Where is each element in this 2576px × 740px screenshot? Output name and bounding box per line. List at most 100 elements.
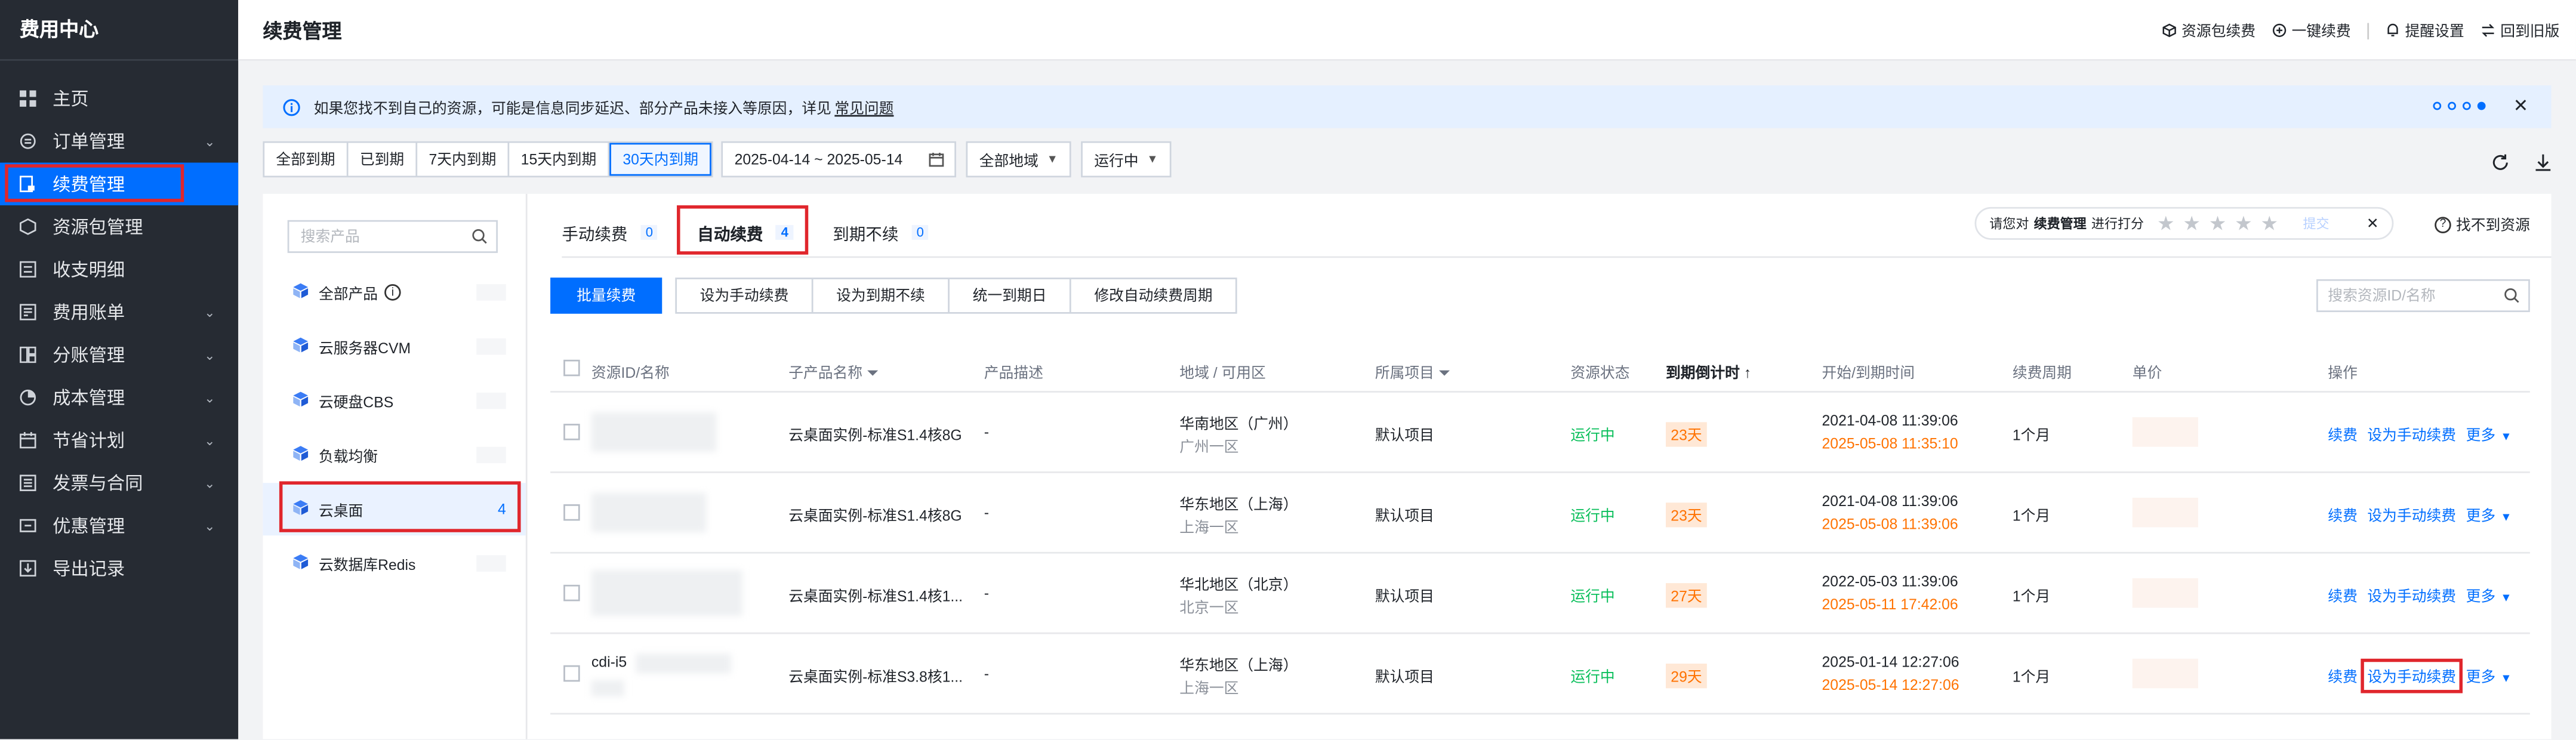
faq-link[interactable]: 常见问题	[834, 96, 893, 118]
col-time: 开始/到期时间	[1822, 365, 1915, 381]
zone: 北京一区	[1179, 599, 1239, 616]
resource-id[interactable]: cdi-i5	[591, 653, 627, 670]
period-option[interactable]: 15天内到期	[509, 143, 610, 176]
more-menu[interactable]: 更多 ▼	[2466, 585, 2512, 606]
category-item[interactable]: 云硬盘CBS	[263, 375, 525, 427]
product-desc: -	[984, 584, 990, 602]
close-icon[interactable]: ✕	[2513, 95, 2528, 116]
period-option[interactable]: 7天内到期	[417, 143, 510, 176]
set-manual-renew-link[interactable]: 设为手动续费	[2367, 504, 2456, 526]
sidebar-item-0[interactable]: 主页	[0, 77, 238, 120]
renew-link[interactable]: 续费	[2328, 585, 2358, 606]
more-label: 更多	[2466, 427, 2496, 444]
info-icon[interactable]: i	[384, 284, 401, 301]
region-select[interactable]: 全部地域 ▼	[966, 141, 1071, 178]
product-cube-icon	[292, 337, 309, 356]
row-checkbox[interactable]	[563, 665, 580, 682]
sidebar-item-9[interactable]: 发票与合同 ⌄	[0, 461, 238, 504]
tab-2[interactable]: 到期不续 0	[833, 210, 929, 253]
sidebar-item-label: 费用账单	[53, 304, 125, 324]
region: 华东地区（上海）	[1179, 496, 1298, 513]
bulk-action-button[interactable]: 修改自动续费周期	[1071, 279, 1235, 312]
sidebar-item-2[interactable]: 续费管理	[0, 162, 239, 206]
caret-down-icon: ▼	[1046, 153, 1058, 165]
date-range-picker[interactable]: 2025-04-14 ~ 2025-05-14	[721, 141, 957, 178]
more-menu[interactable]: 更多 ▼	[2466, 665, 2512, 687]
back-to-old-version-button[interactable]: 回到旧版	[2481, 20, 2559, 41]
reminder-settings-button[interactable]: 提醒设置	[2386, 20, 2464, 41]
select-all-checkbox[interactable]	[563, 359, 580, 377]
sidebar-item-11[interactable]: 导出记录	[0, 547, 238, 590]
period-option[interactable]: 已到期	[349, 143, 418, 176]
category-item[interactable]: 全部产品 i	[263, 266, 525, 319]
category-item[interactable]: 云服务器CVM	[263, 320, 525, 373]
tab-1[interactable]: 自动续费 4	[677, 205, 810, 255]
period-option[interactable]: 30天内到期	[609, 143, 712, 176]
category-item[interactable]: 云桌面 4	[263, 481, 526, 536]
refresh-icon[interactable]	[2491, 153, 2510, 172]
rating-stars[interactable]: ★★★★★	[2157, 212, 2287, 235]
sidebar-item-10[interactable]: 优惠管理 ⌄	[0, 504, 238, 547]
resource-package-renew-button[interactable]: 资源包续费	[2162, 20, 2255, 41]
sidebar-item-4[interactable]: 收支明细	[0, 248, 238, 291]
chevron-down-icon: ⌄	[204, 390, 215, 405]
col-countdown[interactable]: 到期倒计时 ↑	[1666, 362, 1751, 383]
row-checkbox[interactable]	[563, 504, 580, 521]
countdown-badge: 23天	[1666, 422, 1707, 447]
sidebar-item-label: 收支明细	[53, 261, 125, 281]
category-item[interactable]: 负载均衡	[263, 428, 525, 481]
col-product-label: 子产品名称	[788, 365, 863, 381]
carousel-dot-active[interactable]	[2477, 101, 2486, 110]
renew-link[interactable]: 续费	[2328, 424, 2358, 445]
set-manual-renew-link[interactable]: 设为手动续费	[2367, 585, 2456, 606]
cube-icon	[2162, 23, 2176, 38]
sidebar-item-7[interactable]: 成本管理 ⌄	[0, 376, 238, 419]
category-item[interactable]: 云数据库Redis	[263, 537, 525, 590]
period-option[interactable]: 全部到期	[264, 143, 349, 176]
carousel-dot[interactable]	[2433, 101, 2442, 110]
sidebar-item-3[interactable]: 资源包管理	[0, 205, 238, 248]
chevron-down-icon: ⌄	[204, 475, 215, 491]
cannot-find-resource-link[interactable]: ? 找不到资源	[2435, 214, 2530, 235]
row-checkbox[interactable]	[563, 424, 580, 440]
caret-down-icon: ▼	[2500, 512, 2512, 525]
col-product[interactable]: 子产品名称 ⏷	[788, 362, 879, 383]
one-click-renew-button[interactable]: 一键续费	[2272, 20, 2351, 41]
sidebar-item-1[interactable]: 订单管理 ⌄	[0, 120, 238, 163]
download-icon[interactable]	[2533, 153, 2553, 172]
bulk-action-button[interactable]: 统一到期日	[950, 279, 1071, 312]
set-manual-renew-link[interactable]: 设为手动续费	[2367, 424, 2456, 445]
sidebar-item-label: 导出记录	[53, 560, 125, 580]
more-menu[interactable]: 更多 ▼	[2466, 424, 2512, 445]
carousel-dot[interactable]	[2462, 101, 2471, 110]
tab-0[interactable]: 手动续费 0	[562, 210, 658, 253]
sidebar-item-6[interactable]: 分账管理 ⌄	[0, 334, 238, 377]
close-icon[interactable]: ✕	[2367, 215, 2379, 233]
sidebar-item-8[interactable]: 节省计划 ⌄	[0, 419, 238, 462]
batch-renew-button[interactable]: 批量续费	[550, 278, 663, 314]
header-actions: 资源包续费 一键续费 提醒设置 回到旧版	[2146, 20, 2559, 41]
sort-up-icon: ↑	[1743, 365, 1752, 381]
row-checkbox[interactable]	[563, 584, 580, 602]
set-manual-renew-link[interactable]: 设为手动续费	[2361, 658, 2463, 693]
renew-link[interactable]: 续费	[2328, 665, 2358, 687]
rating-submit-button[interactable]: 提交	[2303, 214, 2329, 232]
renew-link[interactable]: 续费	[2328, 504, 2358, 526]
sidebar-item-label: 成本管理	[53, 389, 125, 409]
product-search-input[interactable]: 搜索产品	[287, 220, 498, 253]
more-menu[interactable]: 更多 ▼	[2466, 504, 2512, 526]
resource-search-input[interactable]: 搜索资源ID/名称	[2316, 279, 2530, 312]
col-project[interactable]: 所属项目 ⏷	[1375, 362, 1450, 383]
status-select[interactable]: 运行中 ▼	[1081, 141, 1172, 178]
unit-price-redacted	[2132, 658, 2198, 689]
carousel-dot[interactable]	[2448, 101, 2456, 110]
tab-count: 0	[911, 224, 929, 239]
package-icon	[20, 218, 36, 235]
caret-down-icon: ▼	[2500, 593, 2512, 605]
top-bar: 续费管理 资源包续费 一键续费 提醒设置 回到旧版	[238, 0, 2576, 61]
sidebar-item-5[interactable]: 费用账单 ⌄	[0, 291, 238, 334]
bulk-action-button[interactable]: 设为手动续费	[677, 279, 814, 312]
bulk-action-button[interactable]: 设为到期不续	[814, 279, 950, 312]
question-icon: ?	[2435, 215, 2451, 233]
more-label: 更多	[2466, 588, 2496, 605]
